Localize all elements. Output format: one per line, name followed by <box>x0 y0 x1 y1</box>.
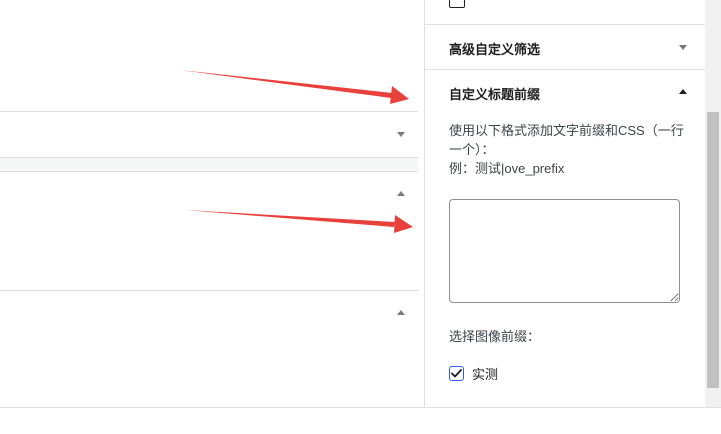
previous-panel-tail <box>425 0 706 25</box>
checkbox[interactable] <box>449 365 464 381</box>
image-prefix-label: 选择图像前缀： <box>449 329 541 344</box>
settings-sidebar: 高级自定义筛选 自定义标题前缀 使用以下格式添加文字前缀和CSS（一行一个）： … <box>424 0 706 407</box>
scrollbar-thumb[interactable] <box>707 112 719 388</box>
partial-checkbox[interactable] <box>449 0 465 8</box>
help-format-text: 使用以下格式添加文字前缀和CSS（一行一个）： <box>449 123 684 157</box>
collapsed-meta-box[interactable] <box>0 112 418 157</box>
checkbox-label: 实测 <box>472 366 499 382</box>
chevron-down-icon <box>679 45 687 50</box>
checkmark-icon <box>451 368 462 377</box>
spacer <box>0 158 418 171</box>
scrollbar[interactable] <box>705 0 721 407</box>
panel-advanced-filter-header[interactable]: 高级自定义筛选 <box>425 25 706 70</box>
panel-title: 自定义标题前缀 <box>449 87 541 102</box>
divider <box>0 171 418 172</box>
help-text: 使用以下格式添加文字前缀和CSS（一行一个）： 例：测试|ove_prefix <box>449 121 689 178</box>
chevron-down-icon[interactable] <box>397 132 405 137</box>
chevron-up-icon[interactable] <box>397 191 405 196</box>
panel-title-prefix-header[interactable]: 自定义标题前缀 <box>425 70 706 114</box>
help-example-text: 例：测试|ove_prefix <box>449 161 565 176</box>
image-prefix-option[interactable]: 实测 <box>449 364 498 382</box>
divider <box>0 290 418 291</box>
chevron-up-icon <box>679 89 687 94</box>
prefix-textarea[interactable] <box>449 199 680 303</box>
editor-main-area <box>0 0 424 407</box>
chevron-up-icon[interactable] <box>397 310 405 315</box>
panel-title: 高级自定义筛选 <box>449 42 541 57</box>
footer-bar <box>0 407 721 434</box>
